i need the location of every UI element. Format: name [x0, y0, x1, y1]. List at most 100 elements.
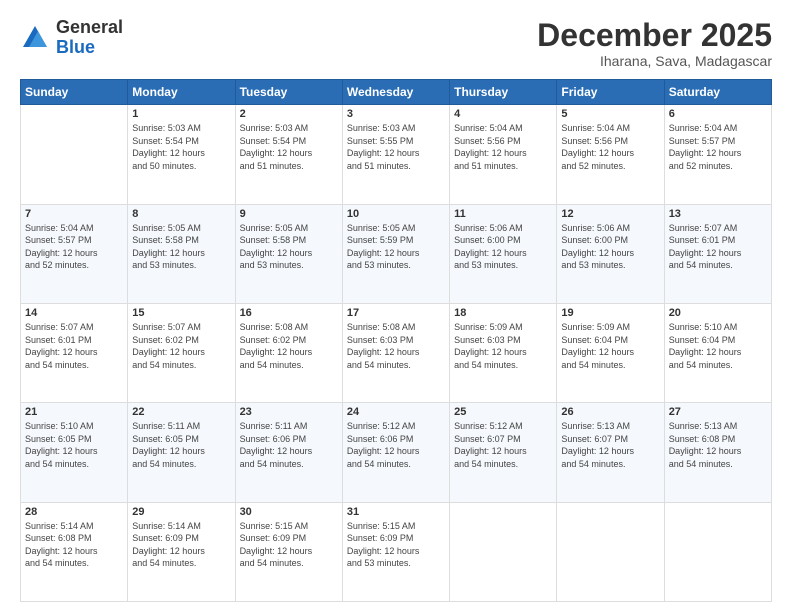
day-number: 17 [347, 307, 445, 319]
logo-icon [20, 23, 50, 53]
day-number: 8 [132, 208, 230, 220]
day-info: Sunrise: 5:03 AM Sunset: 5:54 PM Dayligh… [132, 122, 230, 172]
day-number: 4 [454, 108, 552, 120]
calendar-cell: 8 Sunrise: 5:05 AM Sunset: 5:58 PM Daylig… [128, 204, 235, 303]
day-info: Sunrise: 5:08 AM Sunset: 6:02 PM Dayligh… [240, 321, 338, 371]
weekday-header-sunday: Sunday [21, 80, 128, 105]
weekday-header-saturday: Saturday [664, 80, 771, 105]
calendar-cell: 5 Sunrise: 5:04 AM Sunset: 5:56 PM Daylig… [557, 105, 664, 204]
day-info: Sunrise: 5:09 AM Sunset: 6:03 PM Dayligh… [454, 321, 552, 371]
calendar-cell: 20 Sunrise: 5:10 AM Sunset: 6:04 PM Dayli… [664, 303, 771, 402]
logo: General Blue [20, 18, 123, 58]
day-info: Sunrise: 5:05 AM Sunset: 5:58 PM Dayligh… [132, 222, 230, 272]
day-info: Sunrise: 5:14 AM Sunset: 6:08 PM Dayligh… [25, 520, 123, 570]
calendar-cell: 10 Sunrise: 5:05 AM Sunset: 5:59 PM Dayli… [342, 204, 449, 303]
day-number: 30 [240, 506, 338, 518]
weekday-header-row: SundayMondayTuesdayWednesdayThursdayFrid… [21, 80, 772, 105]
page: General Blue December 2025 Iharana, Sava… [0, 0, 792, 612]
day-number: 20 [669, 307, 767, 319]
day-info: Sunrise: 5:07 AM Sunset: 6:01 PM Dayligh… [669, 222, 767, 272]
day-info: Sunrise: 5:05 AM Sunset: 5:59 PM Dayligh… [347, 222, 445, 272]
calendar-cell: 24Sunrise: 5:12 AM Sunset: 6:06 PM Dayli… [342, 403, 449, 502]
day-number: 16 [240, 307, 338, 319]
weekday-header-tuesday: Tuesday [235, 80, 342, 105]
week-row-3: 14 Sunrise: 5:07 AM Sunset: 6:01 PM Dayli… [21, 303, 772, 402]
calendar-cell: 29 Sunrise: 5:14 AM Sunset: 6:09 PM Dayli… [128, 502, 235, 601]
day-number: 19 [561, 307, 659, 319]
calendar-cell [21, 105, 128, 204]
day-info: Sunrise: 5:13 AM Sunset: 6:08 PM Dayligh… [669, 420, 767, 470]
day-info: Sunrise: 5:04 AM Sunset: 5:57 PM Dayligh… [669, 122, 767, 172]
weekday-header-thursday: Thursday [450, 80, 557, 105]
day-number: 29 [132, 506, 230, 518]
calendar-cell: 12 Sunrise: 5:06 AM Sunset: 6:00 PM Dayli… [557, 204, 664, 303]
calendar-cell: 7Sunrise: 5:04 AM Sunset: 5:57 PM Daylig… [21, 204, 128, 303]
day-info: Sunrise: 5:15 AM Sunset: 6:09 PM Dayligh… [240, 520, 338, 570]
day-info: Sunrise: 5:05 AM Sunset: 5:58 PM Dayligh… [240, 222, 338, 272]
day-number: 23 [240, 406, 338, 418]
calendar-cell: 30 Sunrise: 5:15 AM Sunset: 6:09 PM Dayli… [235, 502, 342, 601]
day-info: Sunrise: 5:14 AM Sunset: 6:09 PM Dayligh… [132, 520, 230, 570]
calendar-cell [664, 502, 771, 601]
calendar-cell: 26 Sunrise: 5:13 AM Sunset: 6:07 PM Dayli… [557, 403, 664, 502]
calendar-cell: 2 Sunrise: 5:03 AM Sunset: 5:54 PM Daylig… [235, 105, 342, 204]
day-info: Sunrise: 5:07 AM Sunset: 6:01 PM Dayligh… [25, 321, 123, 371]
calendar-cell: 18 Sunrise: 5:09 AM Sunset: 6:03 PM Dayli… [450, 303, 557, 402]
calendar-cell: 4Sunrise: 5:04 AM Sunset: 5:56 PM Daylig… [450, 105, 557, 204]
calendar-cell: 31Sunrise: 5:15 AM Sunset: 6:09 PM Dayli… [342, 502, 449, 601]
calendar-cell: 9 Sunrise: 5:05 AM Sunset: 5:58 PM Daylig… [235, 204, 342, 303]
day-info: Sunrise: 5:12 AM Sunset: 6:07 PM Dayligh… [454, 420, 552, 470]
day-number: 11 [454, 208, 552, 220]
day-number: 13 [669, 208, 767, 220]
calendar-cell: 6Sunrise: 5:04 AM Sunset: 5:57 PM Daylig… [664, 105, 771, 204]
calendar-cell: 25Sunrise: 5:12 AM Sunset: 6:07 PM Dayli… [450, 403, 557, 502]
calendar-cell: 23 Sunrise: 5:11 AM Sunset: 6:06 PM Dayli… [235, 403, 342, 502]
week-row-1: 1 Sunrise: 5:03 AM Sunset: 5:54 PM Daylig… [21, 105, 772, 204]
day-number: 2 [240, 108, 338, 120]
calendar-cell: 19Sunrise: 5:09 AM Sunset: 6:04 PM Dayli… [557, 303, 664, 402]
day-number: 15 [132, 307, 230, 319]
day-info: Sunrise: 5:13 AM Sunset: 6:07 PM Dayligh… [561, 420, 659, 470]
day-info: Sunrise: 5:12 AM Sunset: 6:06 PM Dayligh… [347, 420, 445, 470]
day-number: 14 [25, 307, 123, 319]
day-info: Sunrise: 5:03 AM Sunset: 5:54 PM Dayligh… [240, 122, 338, 172]
calendar-table: SundayMondayTuesdayWednesdayThursdayFrid… [20, 79, 772, 602]
day-number: 26 [561, 406, 659, 418]
day-info: Sunrise: 5:06 AM Sunset: 6:00 PM Dayligh… [561, 222, 659, 272]
logo-general-text: General [56, 17, 123, 37]
month-title: December 2025 [537, 18, 772, 53]
day-number: 7 [25, 208, 123, 220]
day-number: 12 [561, 208, 659, 220]
calendar-cell: 16 Sunrise: 5:08 AM Sunset: 6:02 PM Dayli… [235, 303, 342, 402]
header: General Blue December 2025 Iharana, Sava… [20, 18, 772, 69]
calendar-cell: 14 Sunrise: 5:07 AM Sunset: 6:01 PM Dayli… [21, 303, 128, 402]
day-info: Sunrise: 5:04 AM Sunset: 5:56 PM Dayligh… [561, 122, 659, 172]
calendar-cell: 11Sunrise: 5:06 AM Sunset: 6:00 PM Dayli… [450, 204, 557, 303]
day-number: 1 [132, 108, 230, 120]
day-number: 10 [347, 208, 445, 220]
day-number: 31 [347, 506, 445, 518]
day-info: Sunrise: 5:11 AM Sunset: 6:05 PM Dayligh… [132, 420, 230, 470]
day-number: 21 [25, 406, 123, 418]
day-number: 27 [669, 406, 767, 418]
calendar-cell [557, 502, 664, 601]
calendar-cell: 15 Sunrise: 5:07 AM Sunset: 6:02 PM Dayli… [128, 303, 235, 402]
calendar-cell: 22 Sunrise: 5:11 AM Sunset: 6:05 PM Dayli… [128, 403, 235, 502]
day-info: Sunrise: 5:10 AM Sunset: 6:05 PM Dayligh… [25, 420, 123, 470]
day-info: Sunrise: 5:07 AM Sunset: 6:02 PM Dayligh… [132, 321, 230, 371]
day-number: 18 [454, 307, 552, 319]
day-number: 9 [240, 208, 338, 220]
weekday-header-friday: Friday [557, 80, 664, 105]
location-subtitle: Iharana, Sava, Madagascar [537, 53, 772, 69]
calendar-cell: 21 Sunrise: 5:10 AM Sunset: 6:05 PM Dayli… [21, 403, 128, 502]
day-info: Sunrise: 5:10 AM Sunset: 6:04 PM Dayligh… [669, 321, 767, 371]
weekday-header-wednesday: Wednesday [342, 80, 449, 105]
day-number: 3 [347, 108, 445, 120]
week-row-5: 28Sunrise: 5:14 AM Sunset: 6:08 PM Dayli… [21, 502, 772, 601]
day-number: 22 [132, 406, 230, 418]
day-info: Sunrise: 5:11 AM Sunset: 6:06 PM Dayligh… [240, 420, 338, 470]
day-info: Sunrise: 5:03 AM Sunset: 5:55 PM Dayligh… [347, 122, 445, 172]
week-row-4: 21 Sunrise: 5:10 AM Sunset: 6:05 PM Dayli… [21, 403, 772, 502]
day-number: 5 [561, 108, 659, 120]
calendar-cell [450, 502, 557, 601]
